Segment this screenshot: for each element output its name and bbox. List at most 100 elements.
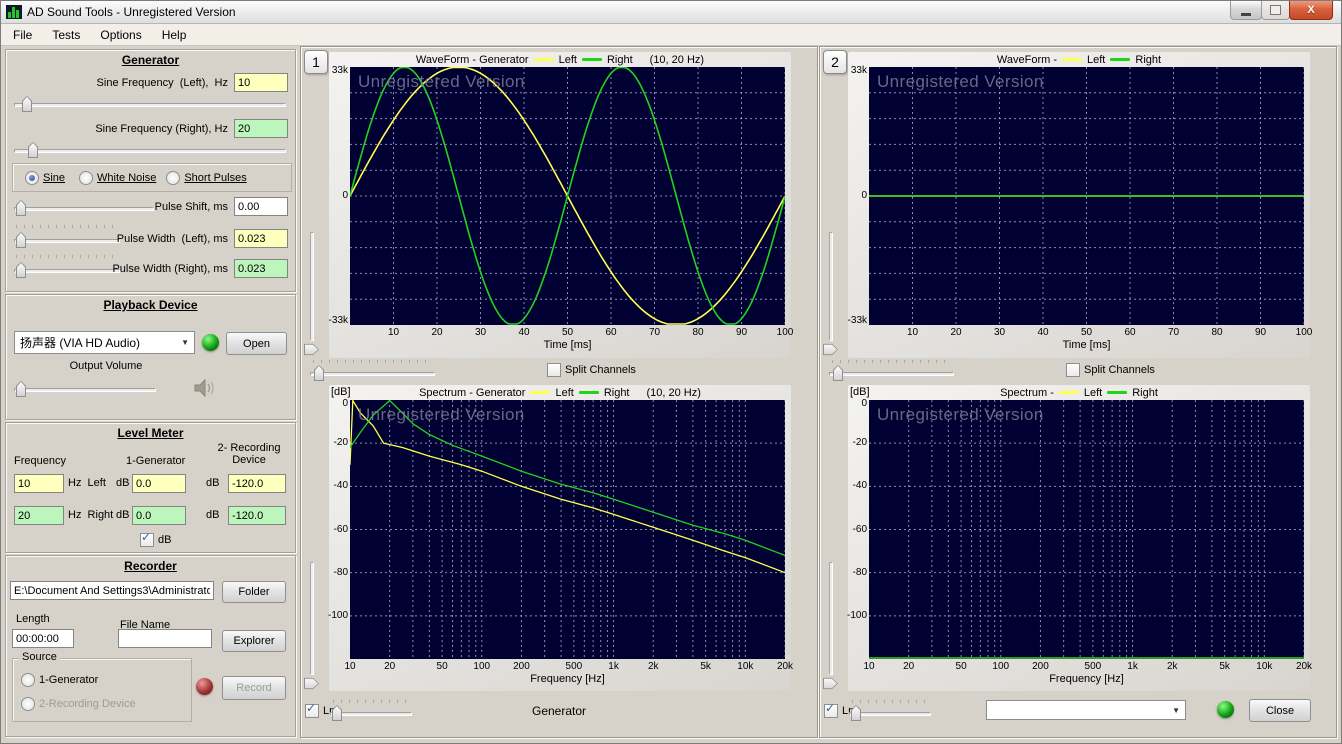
panel-1-badge[interactable]: 1 xyxy=(304,50,328,74)
menu-options[interactable]: Options xyxy=(90,25,151,45)
recorder-group: Recorder Folder Length File Name Explore… xyxy=(5,555,296,737)
y-tick-label: -60 xyxy=(334,524,348,535)
spectrum-2-vslider-track[interactable] xyxy=(829,562,833,675)
close-button[interactable]: Close xyxy=(1249,699,1311,722)
file-name-input[interactable] xyxy=(118,629,212,648)
legend-label-left: Left xyxy=(555,387,573,399)
pulse-width-left-input[interactable] xyxy=(234,229,288,248)
sine-right-input[interactable] xyxy=(234,119,288,138)
waveform-2-hslider-track[interactable] xyxy=(829,372,954,376)
sine-left-input[interactable] xyxy=(234,73,288,92)
sine-right-slider-track[interactable] xyxy=(14,149,286,153)
waveform-1-vslider-track[interactable] xyxy=(310,232,314,341)
minimize-button[interactable] xyxy=(1230,1,1262,20)
recording-right-db-input[interactable] xyxy=(228,506,286,525)
length-input[interactable] xyxy=(12,629,74,648)
sine-right-slider[interactable] xyxy=(14,141,286,159)
waveform-2-vertical-slider[interactable] xyxy=(822,232,839,356)
legend-label-right: Right xyxy=(1135,54,1161,66)
waveform-2-vslider-handle[interactable] xyxy=(823,343,838,356)
maximize-icon xyxy=(1270,5,1281,15)
legend-swatch-right xyxy=(1110,58,1130,61)
x-tick-label: 50 xyxy=(427,661,457,672)
menu-help[interactable]: Help xyxy=(152,25,197,45)
spectrum-1-ylabels: 0-20-40-60-80-100 xyxy=(329,400,349,658)
close-window-button[interactable]: X xyxy=(1289,1,1333,20)
pulse-shift-input[interactable] xyxy=(234,197,288,216)
y-tick-label: 0 xyxy=(861,398,867,409)
waveform-2-hslider-thumb[interactable] xyxy=(833,365,843,381)
waveform-1-hslider-thumb[interactable] xyxy=(314,365,324,381)
menu-file[interactable]: File xyxy=(3,25,42,45)
x-tick-label: 10k xyxy=(730,661,760,672)
db-checkbox[interactable]: ✓dB xyxy=(140,533,171,547)
sine-left-slider-track[interactable] xyxy=(14,103,286,107)
maximize-button[interactable] xyxy=(1261,1,1290,20)
freq-right-input[interactable] xyxy=(14,506,64,525)
waveform-2-vslider-track[interactable] xyxy=(829,232,833,341)
recording-left-db-input[interactable] xyxy=(228,474,286,493)
spectrum-1-vslider-track[interactable] xyxy=(310,562,314,675)
title-bar: AD Sound Tools - Unregistered Version X xyxy=(1,1,1341,24)
split-channels-label-1: Split Channels xyxy=(565,364,636,376)
ln-slider-2-thumb[interactable] xyxy=(851,705,861,721)
pulse-width-right-input[interactable] xyxy=(234,259,288,278)
generator-left-db-input[interactable] xyxy=(132,474,186,493)
x-tick-label: 20 xyxy=(375,661,405,672)
folder-button[interactable]: Folder xyxy=(222,581,286,603)
mode-sine-radio[interactable]: Sine xyxy=(25,171,65,185)
source-recording-radio[interactable]: 2-Recording Device xyxy=(21,697,136,711)
menu-tests[interactable]: Tests xyxy=(42,25,90,45)
recorder-path-input[interactable] xyxy=(10,581,214,600)
record-button[interactable]: Record xyxy=(222,676,286,700)
freq-left-input[interactable] xyxy=(14,474,64,493)
playback-device-dropdown[interactable]: 扬声器 (VIA HD Audio) ▼ xyxy=(14,331,195,354)
waveform-2-hslider[interactable] xyxy=(829,364,954,382)
sine-left-slider[interactable] xyxy=(14,95,286,113)
open-device-button[interactable]: Open xyxy=(226,332,287,355)
waveform-1-hslider[interactable] xyxy=(310,364,435,382)
generator-column-header: 1-Generator xyxy=(126,455,185,467)
mode-short-pulses-radio[interactable]: Short Pulses xyxy=(166,171,246,185)
pulse-width-right-label: Pulse Width (Right), ms xyxy=(6,263,228,275)
output-volume-slider-thumb[interactable] xyxy=(16,381,26,397)
legend-label-left: Left xyxy=(559,54,577,66)
sine-right-slider-thumb[interactable] xyxy=(28,142,38,158)
waveform-1-ylabels: 33k0-33k xyxy=(329,67,349,325)
spectrum-1-vslider-handle[interactable] xyxy=(304,677,319,690)
panel-2-badge[interactable]: 2 xyxy=(823,50,847,74)
y-tick-label: -40 xyxy=(334,480,348,491)
spectrum-1-vertical-slider[interactable] xyxy=(303,562,320,690)
x-tick-label: 2k xyxy=(1157,661,1187,672)
spectrum-2-vertical-slider[interactable] xyxy=(822,562,839,690)
x-tick-label: 60 xyxy=(1115,327,1145,338)
y-tick-label: -100 xyxy=(328,610,348,621)
legend-swatch-right xyxy=(582,58,602,61)
spectrum-2-vslider-handle[interactable] xyxy=(823,677,838,690)
waveform-chart-1: WaveForm - GeneratorLeftRight(10, 20 Hz)… xyxy=(329,52,791,358)
radio-icon xyxy=(21,673,35,687)
x-tick-label: 20 xyxy=(941,327,971,338)
ln-slider-2-track[interactable] xyxy=(849,712,931,716)
ln-slider-2[interactable] xyxy=(849,704,931,722)
split-channels-checkbox-1[interactable]: Split Channels xyxy=(547,363,636,377)
speaker-icon xyxy=(192,377,216,399)
generator-right-db-input[interactable] xyxy=(132,506,186,525)
output-volume-slider-track[interactable] xyxy=(14,388,156,392)
output-volume-slider[interactable] xyxy=(14,380,156,398)
explorer-button[interactable]: Explorer xyxy=(222,630,286,652)
legend-swatch-right xyxy=(579,391,599,394)
recording-device-dropdown[interactable]: ▼ xyxy=(986,700,1186,720)
sine-left-slider-thumb[interactable] xyxy=(22,96,32,112)
waveform-1-vertical-slider[interactable] xyxy=(303,232,320,356)
ln-slider-ticks-1 xyxy=(333,700,411,703)
checkbox-icon xyxy=(1066,363,1080,377)
source-generator-radio[interactable]: 1-Generator xyxy=(21,673,98,687)
panel-1-footer: Generator xyxy=(301,704,817,718)
spectrum-1-xticks: 1020501002005001k2k5k10k20k xyxy=(350,661,785,673)
mode-white-noise-radio[interactable]: White Noise xyxy=(79,171,156,185)
waveform-1-hslider-track[interactable] xyxy=(310,372,435,376)
waveform-1-vslider-handle[interactable] xyxy=(304,343,319,356)
panel-2: 2 WaveForm -LeftRight 33k0-33k Unregiste… xyxy=(819,46,1337,738)
split-channels-checkbox-2[interactable]: Split Channels xyxy=(1066,363,1155,377)
